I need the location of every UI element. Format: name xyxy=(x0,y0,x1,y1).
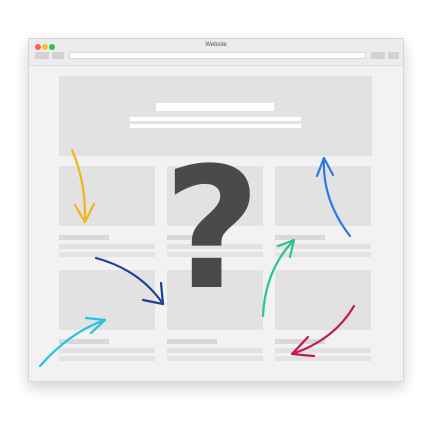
arrow-cyan-icon xyxy=(38,316,107,368)
arrow-yellow-icon xyxy=(70,148,96,224)
arrow-green-icon xyxy=(261,238,296,318)
arrow-crimson-icon xyxy=(290,304,356,358)
arrow-blue-icon xyxy=(315,156,352,238)
arrow-navy-icon xyxy=(94,256,165,306)
arrows-overlay xyxy=(38,148,356,368)
